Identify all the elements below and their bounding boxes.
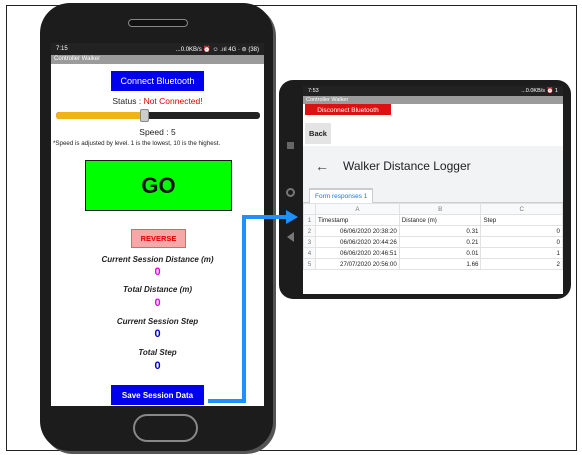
sheet-tab-bar: Form responses 1 xyxy=(303,186,563,203)
table-cell[interactable]: 2 xyxy=(480,258,563,270)
table-row: 4 06/06/2020 20:46:51 0.01 1 xyxy=(303,247,563,259)
table-cell[interactable]: 06/06/2020 20:46:51 xyxy=(314,247,400,259)
phone-landscape: 7:53 ...0.0KB/s ⏰ 1 Controller Walker Di… xyxy=(279,80,571,299)
column-header[interactable]: C xyxy=(480,203,563,215)
phone-speaker xyxy=(128,19,188,27)
back-nav-icon[interactable] xyxy=(287,232,294,242)
sheet-header: ← Walker Distance Logger xyxy=(303,146,563,186)
table-cell[interactable]: 06/06/2020 20:38:20 xyxy=(314,225,400,237)
table-cell[interactable]: Timestamp xyxy=(314,214,400,226)
phone-portrait: 7:15 ...0.0KB/s ⏰ ☺ .ııl 4G · ⊜ (38) Con… xyxy=(40,3,273,451)
recent-apps-icon[interactable] xyxy=(287,142,294,149)
speed-value: 5 xyxy=(170,127,176,137)
status-icons: ...0.0KB/s ⏰ ☺ .ııl 4G · ⊜ (38) xyxy=(175,46,259,53)
total-distance-label: Total Distance (m) xyxy=(122,285,193,294)
reverse-button[interactable]: REVERSE xyxy=(131,229,186,248)
column-header[interactable]: B xyxy=(398,203,482,215)
arrow-left-icon[interactable]: ← xyxy=(315,158,329,174)
table-cell[interactable]: 0.21 xyxy=(398,236,482,248)
connection-status: Status : Not Connected! xyxy=(51,96,264,106)
row-number[interactable]: 4 xyxy=(303,247,316,259)
current-session-step-value: 0 xyxy=(154,328,161,340)
slider-fill xyxy=(56,112,144,119)
status-bar: 7:53 ...0.0KB/s ⏰ 1 xyxy=(303,86,563,96)
table-cell[interactable]: 27/07/2020 20:56:00 xyxy=(314,258,400,270)
sheet-title: Walker Distance Logger xyxy=(343,159,471,173)
column-header-row: A B C xyxy=(303,203,563,215)
status-time: 7:15 xyxy=(56,46,68,52)
tab-form-responses[interactable]: Form responses 1 xyxy=(309,189,374,203)
row-number[interactable]: 5 xyxy=(303,258,316,270)
table-cell[interactable]: 0 xyxy=(480,236,563,248)
disconnect-bluetooth-button[interactable]: Disconnect Bluetooth xyxy=(305,104,391,115)
table-cell[interactable]: 1 xyxy=(480,247,563,259)
table-row: 5 27/07/2020 20:56:00 1.66 2 xyxy=(303,258,563,270)
table-row: 1 Timestamp Distance (m) Step xyxy=(303,214,563,226)
status-value: Not Connected! xyxy=(143,96,203,106)
status-icons: ...0.0KB/s ⏰ 1 xyxy=(521,88,558,94)
speed-readout: Speed : 5 xyxy=(51,127,264,137)
row-number[interactable]: 1 xyxy=(303,214,316,226)
speed-label: Speed : xyxy=(139,127,169,137)
status-time: 7:53 xyxy=(308,88,319,94)
table-cell[interactable]: 0.01 xyxy=(398,247,482,259)
home-icon[interactable] xyxy=(286,188,295,197)
table-cell[interactable]: 06/06/2020 20:44:26 xyxy=(314,236,400,248)
table-cell[interactable]: Distance (m) xyxy=(398,214,482,226)
status-label: Status : xyxy=(112,96,142,106)
table-cell[interactable]: 0 xyxy=(480,225,563,237)
save-session-data-button[interactable]: Save Session Data xyxy=(111,385,204,405)
spreadsheet-grid: A B C 1 Timestamp Distance (m) Step 2 06… xyxy=(303,203,563,270)
controller-screen: 7:15 ...0.0KB/s ⏰ ☺ .ııl 4G · ⊜ (38) Con… xyxy=(51,43,264,406)
connect-bluetooth-button[interactable]: Connect Bluetooth xyxy=(111,71,204,91)
current-session-distance-value: 0 xyxy=(154,266,161,278)
column-header[interactable]: A xyxy=(314,203,400,215)
current-session-step-label: Current Session Step xyxy=(116,317,199,326)
row-number[interactable]: 3 xyxy=(303,236,316,248)
table-cell[interactable]: Step xyxy=(480,214,563,226)
corner-cell xyxy=(303,203,316,215)
logger-screen: 7:53 ...0.0KB/s ⏰ 1 Controller Walker Di… xyxy=(303,86,563,294)
slider-thumb[interactable] xyxy=(139,109,149,122)
table-cell[interactable]: 1.66 xyxy=(398,258,482,270)
row-number[interactable]: 2 xyxy=(303,225,316,237)
back-button[interactable]: Back xyxy=(305,123,331,144)
current-session-distance-label: Current Session Distance (m) xyxy=(101,255,214,264)
app-title-bar: Controller Walker xyxy=(303,96,563,104)
table-row: 2 06/06/2020 20:38:20 0.31 0 xyxy=(303,225,563,237)
table-row: 3 06/06/2020 20:44:26 0.21 0 xyxy=(303,236,563,248)
speed-note: *Speed is adjusted by level. 1 is the lo… xyxy=(53,140,221,147)
total-step-label: Total Step xyxy=(138,348,177,357)
home-button[interactable] xyxy=(133,414,198,442)
total-distance-value: 0 xyxy=(154,297,161,309)
table-cell[interactable]: 0.31 xyxy=(398,225,482,237)
total-step-value: 0 xyxy=(154,360,161,372)
speed-slider[interactable] xyxy=(56,109,260,122)
status-bar: 7:15 ...0.0KB/s ⏰ ☺ .ııl 4G · ⊜ (38) xyxy=(51,43,264,55)
go-button[interactable]: GO xyxy=(85,160,232,211)
app-title-bar: Controller Walker xyxy=(51,55,264,64)
